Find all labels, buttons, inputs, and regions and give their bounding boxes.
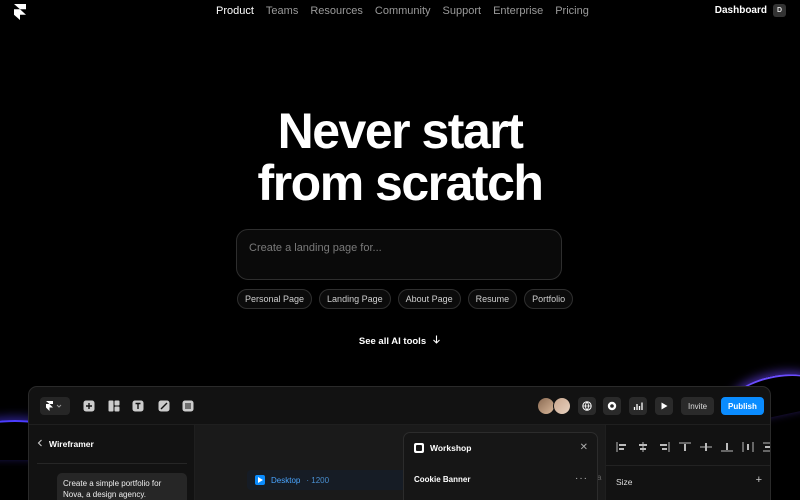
arrow-down-icon [432, 335, 441, 347]
prompt-message: Create a simple portfolio for Nova, a de… [57, 473, 187, 500]
see-all-ai-tools-link[interactable]: See all AI tools [0, 335, 800, 347]
panel-divider [606, 465, 770, 466]
nav-link-resources[interactable]: Resources [310, 5, 363, 17]
frame-width: · 1200 [306, 475, 330, 485]
workshop-icon [414, 443, 424, 453]
align-left-icon[interactable] [616, 439, 628, 452]
chevron-left-icon[interactable] [37, 439, 43, 449]
chip-personal-page[interactable]: Personal Page [237, 289, 313, 309]
workshop-popup: Workshop ✕ Cookie Banner ··· [403, 432, 598, 500]
publish-button[interactable]: Publish [721, 397, 764, 415]
alignment-toolbar [616, 439, 770, 452]
insert-plus-icon[interactable] [81, 397, 97, 415]
chip-portfolio[interactable]: Portfolio [524, 289, 574, 309]
frame-play-icon [255, 475, 265, 485]
ai-prompt-box[interactable] [236, 229, 562, 280]
ai-panel-title: Wireframer [49, 439, 94, 449]
framer-menu-button[interactable] [40, 397, 70, 415]
nav-link-enterprise[interactable]: Enterprise [493, 5, 543, 17]
nav-link-support[interactable]: Support [443, 5, 482, 17]
editor-toolbar: Invite Publish [29, 387, 770, 425]
prompt-suggestions: Personal Page Landing Page About Page Re… [237, 289, 574, 309]
framer-logo-icon[interactable] [14, 4, 26, 20]
chip-about-page[interactable]: About Page [397, 289, 461, 309]
collaborator-avatar-2[interactable] [553, 397, 571, 415]
align-top-icon[interactable] [679, 439, 691, 451]
ai-prompt-input[interactable] [249, 242, 539, 254]
size-section-label: Size [616, 477, 633, 487]
workshop-item-cookie-banner[interactable]: Cookie Banner [414, 475, 470, 484]
top-nav: Product Teams Resources Community Suppor… [0, 0, 800, 24]
properties-panel: Size + [605, 425, 770, 500]
editor-preview: Invite Publish Wireframer Create a simpl… [28, 386, 771, 500]
see-all-label: See all AI tools [358, 335, 427, 347]
play-preview-icon[interactable] [655, 397, 673, 415]
workshop-title: Workshop [430, 443, 472, 453]
distribute-vertical-icon[interactable] [763, 439, 770, 452]
align-bottom-icon[interactable] [721, 439, 733, 452]
ai-panel: Wireframer Create a simple portfolio for… [29, 425, 195, 500]
cms-database-icon[interactable] [180, 397, 196, 415]
nav-links: Product Teams Resources Community Suppor… [216, 5, 601, 17]
add-size-plus-icon[interactable]: + [756, 474, 762, 486]
chip-resume[interactable]: Resume [467, 289, 518, 309]
chip-landing-page[interactable]: Landing Page [319, 289, 391, 309]
hero-title: Never start from scratch [0, 105, 800, 209]
hero-title-line-2: from scratch [257, 155, 544, 211]
panel-divider [37, 463, 187, 464]
nav-account: Dashboard D [715, 4, 786, 17]
invite-button[interactable]: Invite [681, 397, 715, 415]
nav-link-product[interactable]: Product [216, 5, 254, 17]
record-icon[interactable] [603, 397, 621, 415]
dashboard-link[interactable]: Dashboard [715, 5, 767, 16]
nav-link-teams[interactable]: Teams [266, 5, 298, 17]
text-tool-icon[interactable] [130, 397, 146, 415]
nav-link-pricing[interactable]: Pricing [555, 5, 589, 17]
more-options-icon[interactable]: ··· [575, 473, 588, 484]
align-center-h-icon[interactable] [637, 439, 649, 452]
globe-icon[interactable] [578, 397, 596, 415]
nav-link-community[interactable]: Community [375, 5, 431, 17]
avatar[interactable]: D [773, 4, 786, 17]
ai-panel-header[interactable]: Wireframer [37, 439, 94, 449]
layout-grid-icon[interactable] [106, 397, 122, 415]
vector-pen-icon[interactable] [156, 397, 172, 415]
align-right-icon[interactable] [658, 439, 670, 452]
hero-title-line-1: Never start [277, 103, 524, 159]
close-icon[interactable]: ✕ [580, 442, 588, 453]
frame-name: Desktop [271, 475, 301, 485]
workshop-header: Workshop [414, 443, 471, 453]
analytics-chart-icon[interactable] [629, 397, 647, 415]
align-center-v-icon[interactable] [700, 439, 712, 451]
distribute-horizontal-icon[interactable] [742, 439, 754, 452]
